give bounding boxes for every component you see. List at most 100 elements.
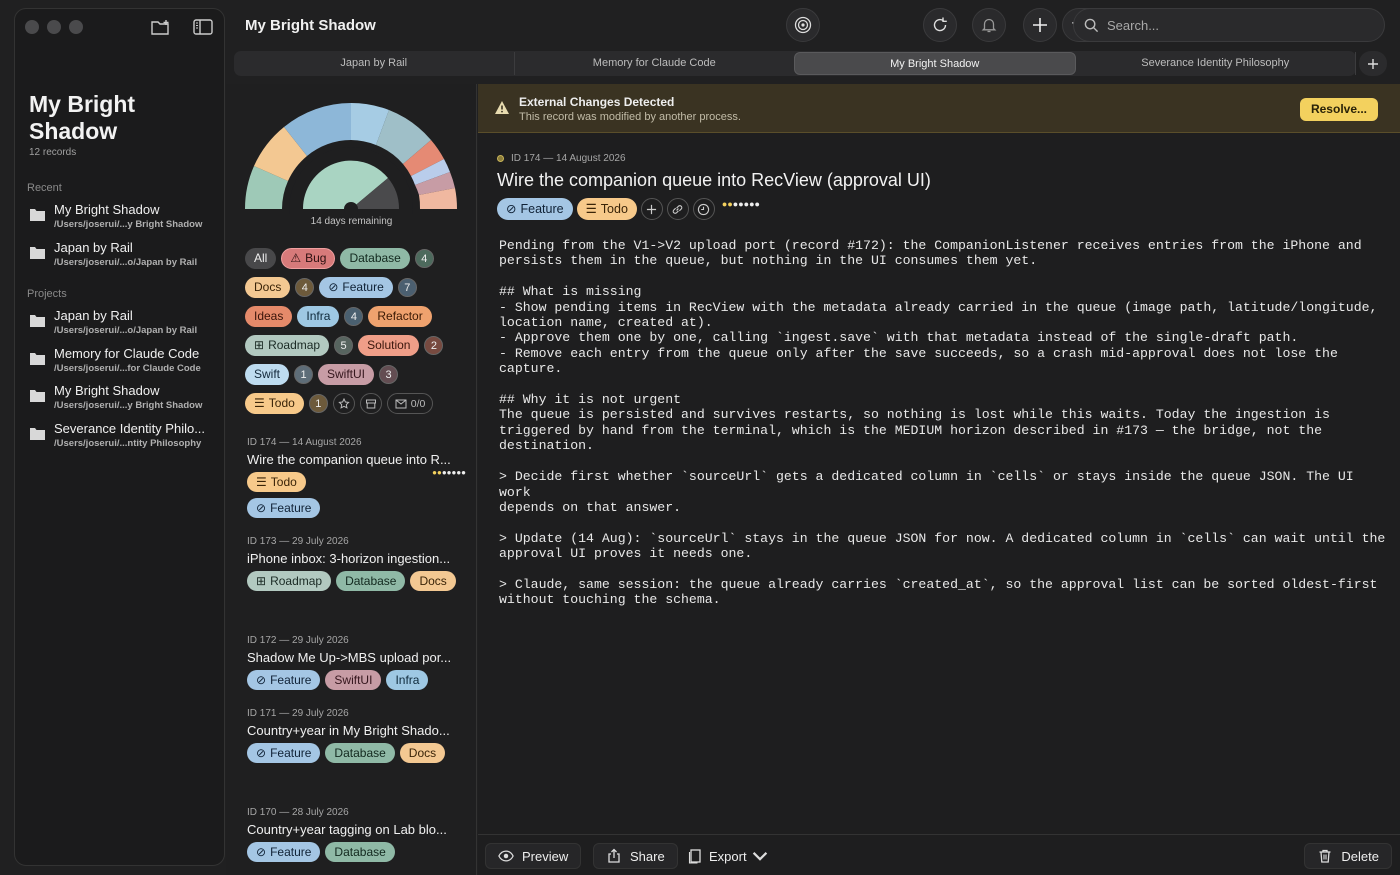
filter-feature[interactable]: ⊘ Feature xyxy=(319,277,393,298)
record-chip-feature: ⊘ Feature xyxy=(247,670,321,690)
filter-swift[interactable]: Swift xyxy=(245,364,290,385)
new-tab-button[interactable] xyxy=(1359,51,1387,76)
record-chip-feature: ⊘ Feature xyxy=(247,842,321,862)
filter-feature-label: Feature xyxy=(342,280,384,294)
close-window-button[interactable] xyxy=(25,20,39,34)
filter-docs[interactable]: Docs xyxy=(245,277,291,298)
filter-database[interactable]: Database xyxy=(340,248,410,269)
new-folder-icon[interactable] xyxy=(150,17,172,37)
record-id: ID 173 — 29 July 2026 xyxy=(247,536,349,547)
mail-count: 0/0 xyxy=(410,397,426,410)
warning-icon: ⚠ xyxy=(290,251,302,265)
filter-ideas[interactable]: Ideas xyxy=(245,306,293,327)
record-meta: ID 174 — 14 August 2026 xyxy=(497,153,626,164)
search-icon xyxy=(1084,18,1099,32)
list-item[interactable]: ID 173 — 29 July 2026 iPhone inbox: 3-ho… xyxy=(247,536,472,591)
filter-all[interactable]: All xyxy=(245,248,277,269)
filter-favorites[interactable] xyxy=(332,393,355,414)
filter-mail[interactable]: 0/0 xyxy=(386,393,434,414)
search-input[interactable] xyxy=(1107,17,1367,33)
link-button[interactable] xyxy=(666,198,689,220)
recent-item[interactable]: Japan by Rail/Users/joserui/...o/Japan b… xyxy=(29,240,219,269)
history-button[interactable] xyxy=(692,198,715,220)
eye-icon xyxy=(498,850,514,862)
record-title[interactable]: Wire the companion queue into RecView (a… xyxy=(497,170,931,191)
sidebar-toggle-icon[interactable] xyxy=(192,17,214,37)
plus-icon xyxy=(1368,58,1378,69)
folder-icon xyxy=(30,315,45,327)
envelope-icon xyxy=(395,399,407,408)
record-chip-label: Feature xyxy=(270,501,312,515)
record-chip-label: Roadmap xyxy=(270,574,323,588)
focus-button[interactable] xyxy=(786,8,820,42)
refresh-icon xyxy=(933,17,947,32)
recent-item[interactable]: My Bright Shadow/Users/joserui/...y Brig… xyxy=(29,202,219,231)
notifications-button[interactable] xyxy=(972,8,1006,42)
tab-japan-by-rail[interactable]: Japan by Rail xyxy=(234,52,515,75)
tab-severance-identity-philosophy[interactable]: Severance Identity Philosophy xyxy=(1076,52,1356,75)
projects-header: Projects xyxy=(27,288,67,300)
resolve-button[interactable]: Resolve... xyxy=(1299,98,1378,121)
tag-feature-label: Feature xyxy=(520,201,564,216)
preview-button[interactable]: Preview xyxy=(485,843,582,869)
folder-icon xyxy=(30,247,45,259)
list-item[interactable]: ID 174 — 14 August 2026 Wire the compani… xyxy=(247,437,472,518)
filter-solution[interactable]: Solution xyxy=(358,335,420,356)
filter-refactor[interactable]: Refactor xyxy=(368,306,432,327)
record-tags: ⊘ Feature ☰ Todo ●●●●●●● xyxy=(497,198,760,220)
filter-roadmap[interactable]: ⊞ Roadmap xyxy=(245,335,330,356)
tag-feature[interactable]: ⊘ Feature xyxy=(497,198,573,220)
checkmark-circle-icon: ⊘ xyxy=(328,280,339,294)
record-chip-docs: Docs xyxy=(399,743,446,763)
record-body[interactable]: Pending from the V1->V2 upload port (rec… xyxy=(499,238,1389,608)
project-item[interactable]: My Bright Shadow/Users/joserui/...y Brig… xyxy=(29,383,219,412)
export-menu[interactable]: Export xyxy=(676,843,780,869)
filter-roadmap-label: Roadmap xyxy=(268,338,321,352)
add-tag-button[interactable] xyxy=(640,198,663,220)
deadline-gauge xyxy=(244,102,458,214)
tag-todo[interactable]: ☰ Todo xyxy=(576,198,637,220)
project-item-title: Memory for Claude Code xyxy=(54,346,200,361)
search-field[interactable] xyxy=(1073,8,1385,42)
checklist-icon: ☰ xyxy=(585,201,597,216)
filter-feature-count: 7 xyxy=(397,278,417,297)
add-record-button[interactable] xyxy=(1023,8,1057,42)
filter-swift-count: 1 xyxy=(294,365,314,384)
filter-bug[interactable]: ⚠ Bug xyxy=(281,248,336,269)
days-remaining-label: 14 days remaining xyxy=(310,216,393,227)
project-item-path: /Users/joserui/...ntity Philosophy xyxy=(54,438,202,449)
list-item[interactable]: ID 172 — 29 July 2026 Shadow Me Up->MBS … xyxy=(247,635,472,690)
project-item[interactable]: Severance Identity Philo... /Users/joseru… xyxy=(29,421,219,450)
filter-bug-label: Bug xyxy=(305,251,327,265)
minimize-window-button[interactable] xyxy=(47,20,61,34)
filter-todo[interactable]: ☰ Todo xyxy=(245,393,304,414)
filter-swiftui[interactable]: SwiftUI xyxy=(318,364,375,385)
tab-bar: Japan by Rail Memory for Claude Code My … xyxy=(234,51,1356,76)
archive-icon xyxy=(365,399,376,408)
zoom-window-button[interactable] xyxy=(69,20,83,34)
recent-item-title: My Bright Shadow xyxy=(54,202,160,217)
detail-footer: Preview Share Export Delete xyxy=(478,834,1400,875)
delete-button[interactable]: Delete xyxy=(1304,843,1392,869)
share-button[interactable]: Share xyxy=(593,843,678,869)
filter-docs-count: 4 xyxy=(295,278,315,297)
tab-my-bright-shadow[interactable]: My Bright Shadow xyxy=(794,52,1076,75)
refresh-button[interactable] xyxy=(923,8,957,42)
record-chip-roadmap: ⊞ Roadmap xyxy=(247,571,332,591)
plus-icon xyxy=(1033,18,1047,32)
record-chip-feature: ⊘ Feature xyxy=(247,743,321,763)
checklist-icon: ☰ xyxy=(254,396,265,410)
project-item-path: /Users/joserui/...y Bright Shadow xyxy=(54,400,203,411)
record-chip-docs: Docs xyxy=(410,571,456,591)
list-item[interactable]: ID 171 — 29 July 2026 Country+year in My… xyxy=(247,708,472,763)
filter-infra[interactable]: Infra xyxy=(297,306,340,327)
record-chip-infra: Infra xyxy=(386,670,429,690)
filter-archived[interactable] xyxy=(359,393,382,414)
filter-infra-count: 4 xyxy=(344,307,364,326)
record-detail-panel: External Changes Detected This record wa… xyxy=(478,84,1400,875)
list-item[interactable]: ID 170 — 28 July 2026 Country+year taggi… xyxy=(247,807,472,862)
project-item[interactable]: Memory for Claude Code/Users/joserui/...… xyxy=(29,346,219,375)
plus-icon xyxy=(647,204,657,214)
tab-memory-for-claude-code[interactable]: Memory for Claude Code xyxy=(515,52,795,75)
project-item[interactable]: Japan by Rail/Users/joserui/...o/Japan b… xyxy=(29,308,219,337)
